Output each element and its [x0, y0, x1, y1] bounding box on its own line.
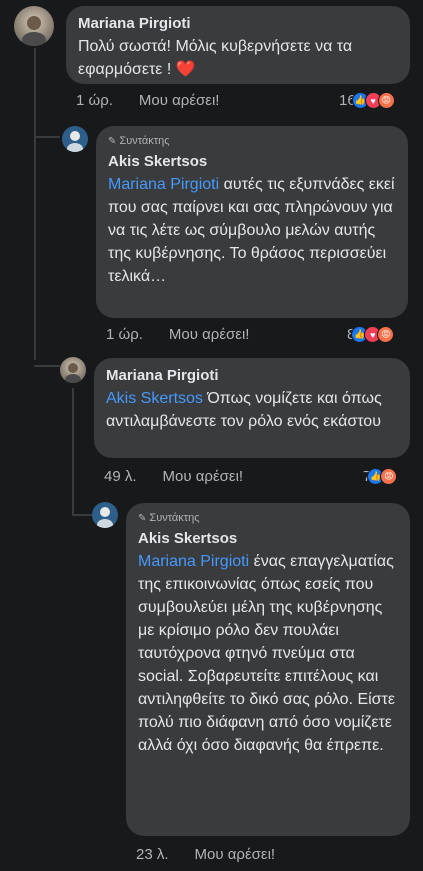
mention-link[interactable]: Mariana Pirgioti	[138, 553, 249, 570]
comment-meta: 1 ώρ. Μου αρέσει!	[76, 92, 219, 109]
thread-branch	[72, 514, 94, 516]
comment-bubble: ✎ Συντάκτης Akis Skertsos Mariana Pirgiot…	[126, 503, 410, 836]
pen-icon: ✎	[108, 136, 117, 147]
comment-time[interactable]: 23 λ.	[136, 846, 169, 863]
mention-link[interactable]: Akis Skertsos	[106, 390, 203, 407]
comment-time[interactable]: 1 ώρ.	[106, 326, 143, 343]
comment-meta: 49 λ. Μου αρέσει!	[104, 468, 243, 485]
comment-text: Akis Skertsos Όπως νομίζετε και όπως αντ…	[106, 390, 382, 430]
comment-time[interactable]: 1 ώρ.	[76, 92, 113, 109]
comment-bubble: Mariana Pirgioti Akis Skertsos Όπως νομί…	[94, 358, 410, 458]
avatar[interactable]	[14, 6, 54, 46]
avatar[interactable]	[60, 357, 86, 383]
comment-author[interactable]: Mariana Pirgioti	[106, 366, 398, 385]
angry-icon: 😡	[380, 468, 398, 485]
comment-author[interactable]: Akis Skertsos	[108, 152, 396, 171]
comment-bubble: ✎ Συντάκτης Akis Skertsos Mariana Pirgiot…	[96, 126, 408, 318]
like-button[interactable]: Μου αρέσει!	[195, 846, 276, 863]
comment-text: Mariana Pirgioti ένας επαγγελματίας της …	[138, 553, 396, 754]
profile-photo-icon	[22, 16, 46, 46]
reaction-summary[interactable]: 16 👍 ♥ 😡	[339, 92, 395, 109]
comment-author[interactable]: Mariana Pirgioti	[78, 14, 398, 33]
comment-meta: 23 λ. Μου αρέσει!	[136, 846, 275, 863]
like-button[interactable]: Μου αρέσει!	[163, 468, 244, 485]
comment-bubble: Mariana Pirgioti Πολύ σωστά! Μόλις κυβερ…	[66, 6, 410, 84]
pen-icon: ✎	[138, 513, 147, 524]
avatar[interactable]	[92, 502, 118, 528]
thread-branch	[34, 136, 60, 138]
thread-line	[72, 388, 74, 516]
comment-text: Mariana Pirgioti αυτές τις εξυπνάδες εκε…	[108, 176, 395, 285]
profile-photo-icon	[65, 363, 81, 383]
mention-link[interactable]: Mariana Pirgioti	[108, 176, 219, 193]
thread-branch	[34, 365, 60, 367]
heart-emoji: ❤️	[175, 61, 196, 78]
reaction-summary[interactable]: 7 👍 😡	[363, 468, 398, 485]
comment-meta: 1 ώρ. Μου αρέσει!	[106, 326, 249, 343]
like-button[interactable]: Μου αρέσει!	[139, 92, 220, 109]
reaction-summary[interactable]: 8 👍 ♥ 😡	[347, 326, 395, 343]
like-button[interactable]: Μου αρέσει!	[169, 326, 250, 343]
profile-photo-icon	[67, 131, 83, 152]
comment-text: Πολύ σωστά! Μόλις κυβερνήσετε να τα εφαρ…	[78, 38, 353, 78]
comment-time[interactable]: 49 λ.	[104, 468, 137, 485]
author-role: ✎ Συντάκτης	[138, 512, 200, 524]
author-role: ✎ Συντάκτης	[108, 135, 170, 147]
profile-photo-icon	[97, 507, 113, 528]
avatar[interactable]	[62, 126, 88, 152]
angry-icon: 😡	[377, 326, 395, 343]
comment-author[interactable]: Akis Skertsos	[138, 529, 398, 548]
angry-icon: 😡	[377, 92, 395, 109]
